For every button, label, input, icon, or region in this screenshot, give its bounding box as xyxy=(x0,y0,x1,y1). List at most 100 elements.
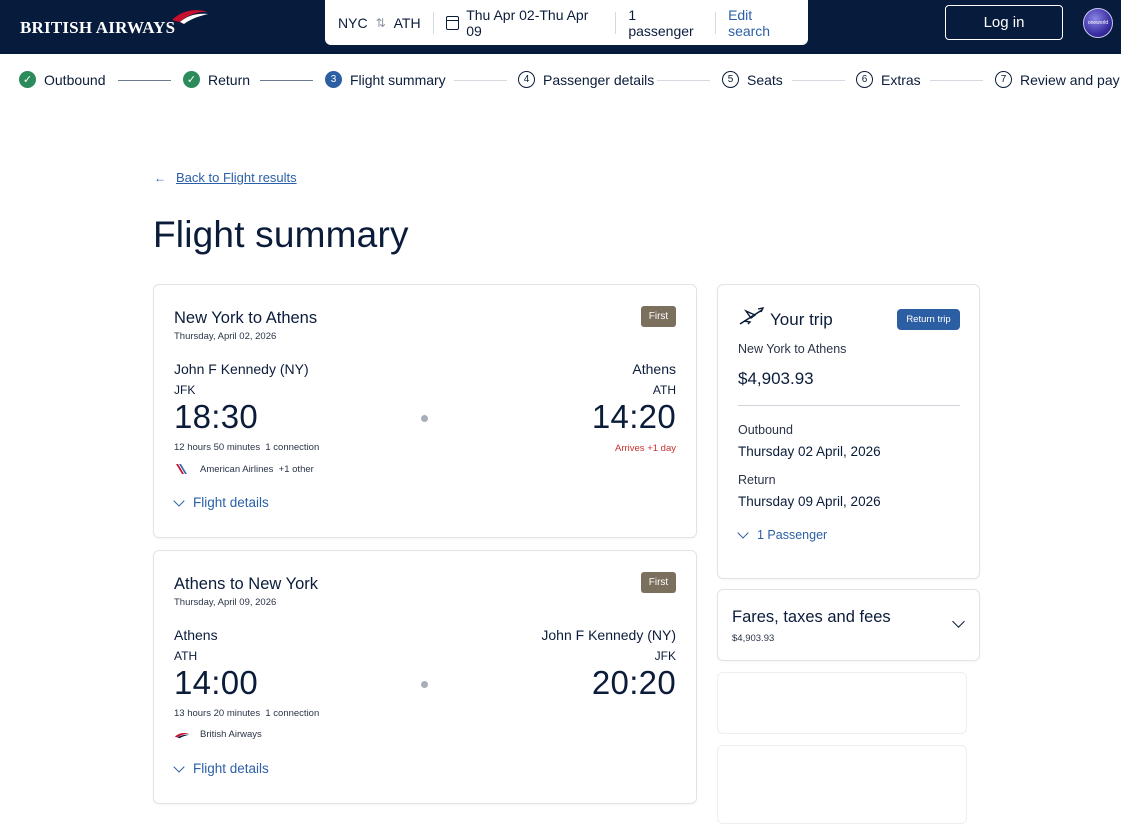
step-flight-summary: 3 Flight summary xyxy=(325,71,446,88)
outbound-date: Thursday 02 April, 2026 xyxy=(738,444,881,459)
departure-code: ATH xyxy=(174,649,198,663)
step-label: Extras xyxy=(881,71,921,88)
chevron-down-icon xyxy=(173,494,185,507)
calendar-icon xyxy=(445,15,460,30)
step-outbound[interactable]: ✓ Outbound xyxy=(19,71,106,88)
arrival-airport: Athens xyxy=(632,361,676,377)
dates-summary[interactable]: Thu Apr 02-Thu Apr 09 xyxy=(434,7,617,39)
step-review-and-pay: 7 Review and pay xyxy=(995,71,1120,88)
loading-placeholder xyxy=(717,672,967,734)
connection-count: 1 connection xyxy=(265,442,320,453)
fares-taxes-fees-accordion[interactable]: Fares, taxes and fees $4,903.93 xyxy=(717,589,980,661)
your-trip-card: Your trip Return trip New York to Athens… xyxy=(717,284,980,579)
flight-details-toggle[interactable]: Flight details xyxy=(173,760,269,776)
back-arrow-icon: ← xyxy=(154,170,166,185)
login-button[interactable]: Log in xyxy=(945,5,1063,40)
swap-icon: ⇅ xyxy=(375,15,386,30)
departure-time: 18:30 xyxy=(174,398,259,435)
step-connector xyxy=(118,80,171,81)
carrier-extra: +1 other xyxy=(278,463,314,475)
loading-placeholder xyxy=(717,745,967,824)
journey-dot xyxy=(421,415,428,422)
step-connector xyxy=(454,80,507,81)
brand-logo[interactable]: BRITISH AIRWAYS xyxy=(20,18,175,38)
step-number: 6 xyxy=(856,71,873,88)
step-label: Flight summary xyxy=(350,71,446,88)
step-label: Passenger details xyxy=(543,71,655,88)
journey-dot xyxy=(421,681,428,688)
brand-name: BRITISH AIRWAYS xyxy=(20,18,176,37)
cabin-badge: First xyxy=(641,306,676,327)
operating-carrier: American Airlines +1 other xyxy=(174,463,314,475)
trip-total-price: $4,903.93 xyxy=(738,369,814,388)
chevron-down-icon xyxy=(173,760,185,773)
search-summary[interactable]: NYC ⇅ ATH Thu Apr 02-Thu Apr 09 1 passen… xyxy=(325,0,808,45)
passengers-toggle[interactable]: 1 Passenger xyxy=(737,527,828,542)
alliance-label: oneworld xyxy=(1087,20,1109,26)
arrives-next-day-note: Arrives +1 day xyxy=(615,443,676,454)
arrival-code: JFK xyxy=(654,649,676,663)
step-seats: 5 Seats xyxy=(722,71,783,88)
cabin-badge: First xyxy=(641,572,676,593)
step-number: 3 xyxy=(325,71,342,88)
edit-search-link[interactable]: Edit search xyxy=(716,7,808,39)
step-label: Outbound xyxy=(44,71,106,88)
step-connector xyxy=(657,80,710,81)
carrier-name: British Airways xyxy=(200,729,262,740)
return-date: Thursday 09 April, 2026 xyxy=(738,494,881,509)
trip-route: New York to Athens xyxy=(738,342,847,356)
chevron-down-icon xyxy=(952,615,965,628)
speedmarque-icon xyxy=(172,10,208,24)
fares-amount: $4,903.93 xyxy=(732,633,775,644)
trip-type-badge: Return trip xyxy=(897,309,960,330)
step-label: Review and pay xyxy=(1020,71,1120,88)
check-icon: ✓ xyxy=(19,71,36,88)
arrival-code: ATH xyxy=(652,383,676,397)
step-passenger-details: 4 Passenger details xyxy=(518,71,654,88)
return-label: Return xyxy=(738,473,776,487)
passengers-text: 1 passenger xyxy=(628,6,694,39)
back-link-label: Back to Flight results xyxy=(176,170,297,185)
arrival-airport: John F Kennedy (NY) xyxy=(541,627,676,643)
return-flight-card: Athens to New York Thursday, April 09, 2… xyxy=(153,550,697,804)
page-title: Flight summary xyxy=(153,214,409,255)
flight-date: Thursday, April 02, 2026 xyxy=(174,331,277,342)
british-airways-icon xyxy=(174,732,190,738)
check-icon: ✓ xyxy=(183,71,200,88)
step-connector xyxy=(792,80,845,81)
route-summary[interactable]: NYC ⇅ ATH xyxy=(325,11,434,34)
flight-meta: 13 hours 20 minutes 1 connection xyxy=(174,708,319,719)
flight-title: New York to Athens xyxy=(174,309,318,327)
flight-details-toggle[interactable]: Flight details xyxy=(173,494,269,510)
passengers-summary[interactable]: 1 passenger xyxy=(616,7,717,39)
plane-icon xyxy=(739,307,764,325)
flight-duration: 12 hours 50 minutes xyxy=(174,442,261,453)
step-return[interactable]: ✓ Return xyxy=(183,71,250,88)
arrival-time: 20:20 xyxy=(591,664,676,701)
flight-meta: 12 hours 50 minutes 1 connection xyxy=(174,442,319,453)
chevron-down-icon xyxy=(737,527,749,539)
step-number: 7 xyxy=(995,71,1012,88)
flight-details-label: Flight details xyxy=(193,761,269,776)
booking-progress: ✓ Outbound ✓ Return 3 Flight summary 4 P… xyxy=(0,54,1121,106)
step-number: 5 xyxy=(722,71,739,88)
oneworld-logo: oneworld xyxy=(1083,8,1113,38)
outbound-flight-card: New York to Athens Thursday, April 02, 2… xyxy=(153,284,697,538)
outbound-label: Outbound xyxy=(738,423,793,437)
flight-date: Thursday, April 09, 2026 xyxy=(174,597,277,608)
step-connector xyxy=(930,80,983,81)
edit-search-label: Edit search xyxy=(728,6,771,39)
back-to-results-link[interactable]: ← Back to Flight results xyxy=(154,170,297,185)
departure-airport: John F Kennedy (NY) xyxy=(174,361,309,377)
arrival-time: 14:20 xyxy=(591,398,676,435)
operating-carrier: British Airways xyxy=(174,729,262,740)
destination-code: ATH xyxy=(393,14,421,31)
step-number: 4 xyxy=(518,71,535,88)
trip-title: Your trip xyxy=(770,310,833,329)
american-airlines-icon xyxy=(176,464,187,474)
step-connector xyxy=(260,80,313,81)
flight-details-label: Flight details xyxy=(193,495,269,510)
step-extras: 6 Extras xyxy=(856,71,921,88)
passengers-label: 1 Passenger xyxy=(757,528,828,542)
departure-code: JFK xyxy=(174,383,196,397)
